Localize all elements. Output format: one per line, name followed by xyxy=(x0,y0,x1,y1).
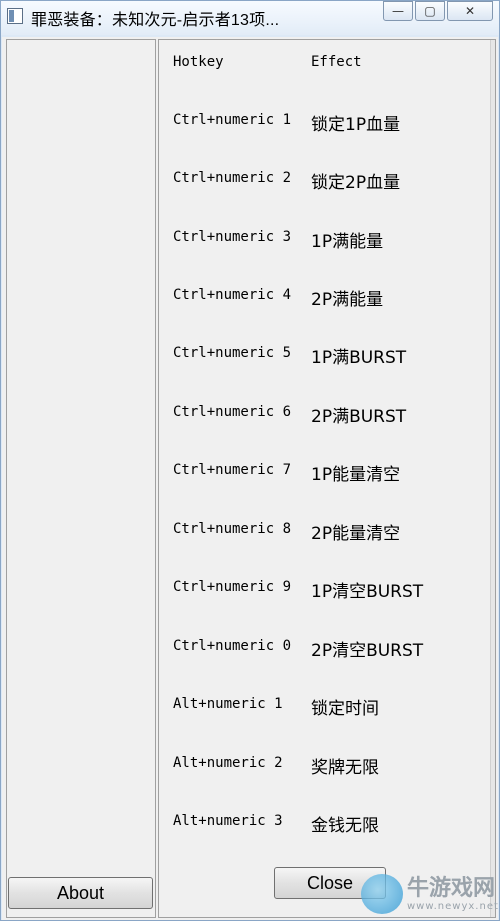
effect-label: 锁定2P血量 xyxy=(311,173,401,193)
minimize-button[interactable]: — xyxy=(383,1,413,21)
trainer-window: 罪恶装备：未知次元-启示者13项... — ▢ ✕ Hotkey Effect … xyxy=(0,0,500,921)
effect-label: 锁定时间 xyxy=(311,699,379,719)
effect-label: 2P能量清空 xyxy=(311,524,401,544)
effect-label: 2P满BURST xyxy=(311,407,407,427)
minimize-icon: — xyxy=(392,4,404,18)
hotkey-label: Ctrl+numeric 9 xyxy=(173,579,292,595)
site-watermark: 牛游戏网 www.newyx.net xyxy=(361,869,499,919)
close-icon: ✕ xyxy=(464,4,476,18)
hotkey-label: Ctrl+numeric 1 xyxy=(173,112,292,128)
hotkey-label: Ctrl+numeric 2 xyxy=(173,170,292,186)
hotkey-label: Ctrl+numeric 5 xyxy=(173,345,292,361)
window-title: 罪恶装备：未知次元-启示者13项... xyxy=(31,12,280,29)
watermark-text: 牛游戏网 www.newyx.net xyxy=(407,875,499,912)
hotkey-label: Ctrl+numeric 8 xyxy=(173,521,292,537)
effect-label: 锁定1P血量 xyxy=(311,115,401,135)
effect-label: 1P清空BURST xyxy=(311,582,424,602)
mascot-logo-icon xyxy=(361,874,403,914)
caption-buttons: — ▢ ✕ xyxy=(381,1,493,21)
effect-label: 2P清空BURST xyxy=(311,641,424,661)
maximize-button[interactable]: ▢ xyxy=(415,1,445,21)
hotkey-label: Alt+numeric 1 xyxy=(173,696,283,712)
hotkey-label: Ctrl+numeric 3 xyxy=(173,229,292,245)
hotkey-label: Ctrl+numeric 4 xyxy=(173,287,292,303)
hotkey-label: Alt+numeric 3 xyxy=(173,813,283,829)
hotkey-label: Alt+numeric 2 xyxy=(173,755,283,771)
left-panel xyxy=(6,39,156,918)
hotkey-label: Ctrl+numeric 0 xyxy=(173,638,292,654)
client-area: Hotkey Effect Ctrl+numeric 1 锁定1P血量 Ctrl… xyxy=(2,37,498,920)
app-icon[interactable] xyxy=(7,8,23,24)
effect-label: 2P满能量 xyxy=(311,290,384,310)
title-bar[interactable]: 罪恶装备：未知次元-启示者13项... — ▢ ✕ xyxy=(1,1,499,35)
close-window-button[interactable]: ✕ xyxy=(447,1,493,21)
hotkey-column-header: Hotkey xyxy=(173,54,224,70)
hotkey-label: Ctrl+numeric 7 xyxy=(173,462,292,478)
effect-label: 1P能量清空 xyxy=(311,465,401,485)
watermark-name: 牛游戏网 xyxy=(407,875,496,901)
maximize-icon: ▢ xyxy=(424,4,436,18)
scrollbar-edge[interactable] xyxy=(490,40,495,917)
effect-label: 1P满能量 xyxy=(311,232,384,252)
effect-column-header: Effect xyxy=(311,54,362,70)
watermark-url: www.newyx.net xyxy=(407,900,499,912)
hotkey-list-panel: Hotkey Effect Ctrl+numeric 1 锁定1P血量 Ctrl… xyxy=(158,39,496,918)
about-button[interactable]: About xyxy=(8,877,153,909)
effect-label: 金钱无限 xyxy=(311,816,379,836)
effect-label: 奖牌无限 xyxy=(311,758,379,778)
hotkey-label: Ctrl+numeric 6 xyxy=(173,404,292,420)
effect-label: 1P满BURST xyxy=(311,348,407,368)
